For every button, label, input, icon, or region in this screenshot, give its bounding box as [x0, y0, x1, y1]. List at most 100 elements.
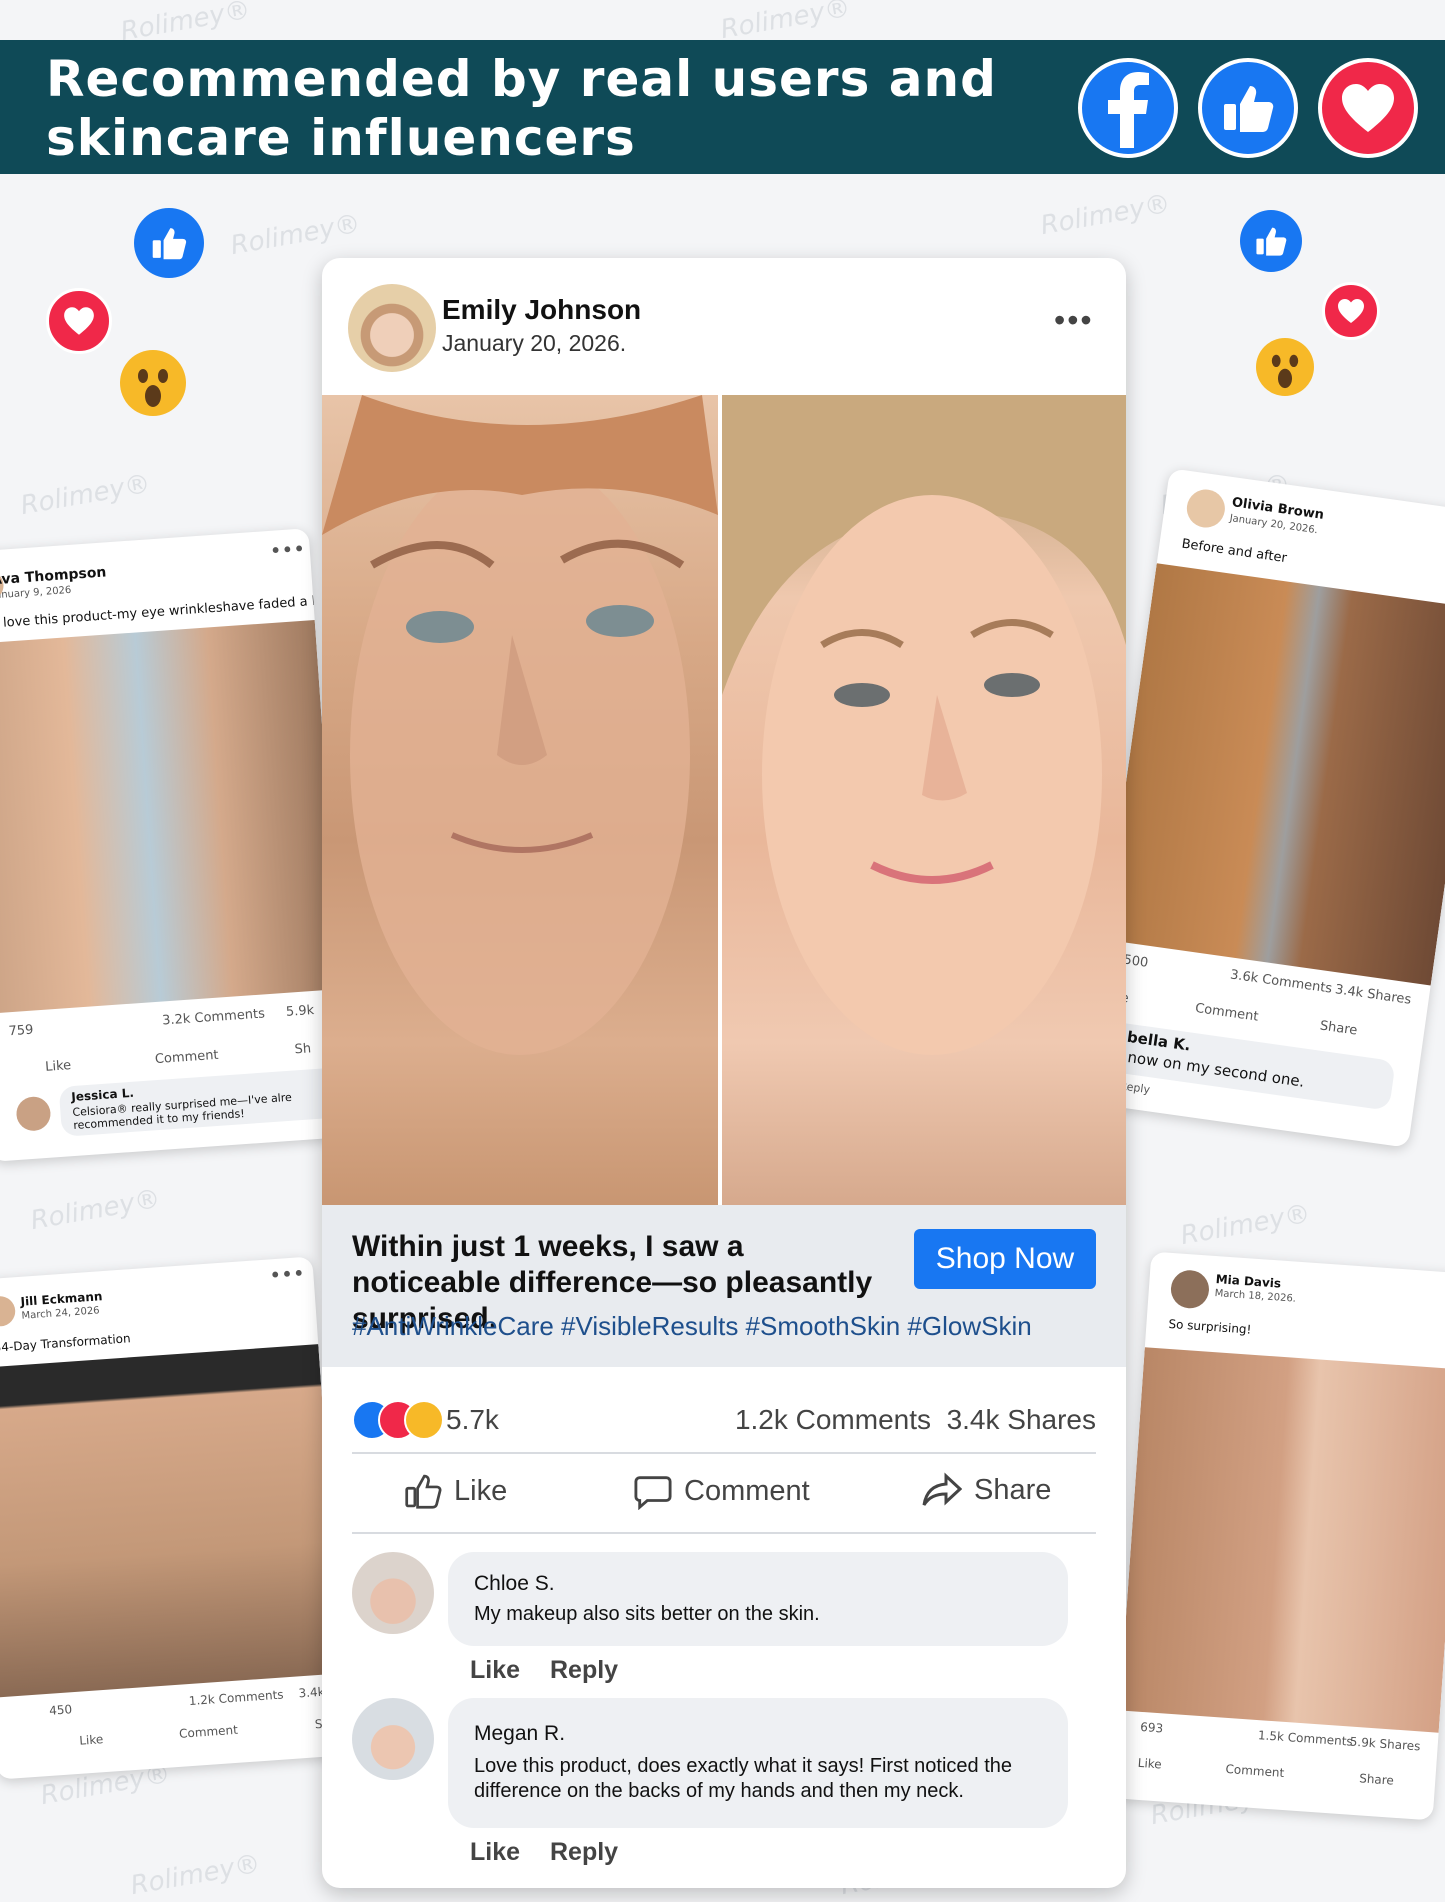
thumbs-up-icon	[1198, 58, 1298, 158]
shop-now-button[interactable]: Shop Now	[914, 1229, 1096, 1289]
comment-button[interactable]: Comment	[634, 1472, 810, 1510]
comment-button[interactable]: Comment	[1194, 1001, 1259, 1025]
share-count: 5.9k	[285, 1002, 315, 1020]
post-author: Ava Thompson	[0, 564, 107, 589]
avatar	[15, 1095, 52, 1132]
share-button[interactable]: Sh	[294, 1041, 312, 1057]
avatar	[0, 1295, 17, 1328]
post-date: March 18, 2026.	[1214, 1288, 1297, 1305]
watermark-text: Rolimey®	[1178, 1198, 1313, 1252]
commenter-name: Chloe S.	[474, 1572, 555, 1595]
commenter-name: Megan R.	[474, 1722, 566, 1745]
before-after-photo	[0, 1344, 342, 1698]
thumbs-up-icon	[405, 1474, 442, 1509]
comment-bubble: Chloe S. My makeup also sits better on t…	[448, 1552, 1068, 1646]
post-date: January 20, 2026.	[442, 330, 627, 356]
post-caption: 54-Day Transformation	[0, 1331, 132, 1355]
reaction-count: 759	[8, 1022, 34, 1040]
post-stats: 5.7k 1.2k Comments 3.4k Shares	[352, 1396, 1096, 1446]
comment-button[interactable]: Comment	[1225, 1762, 1285, 1780]
hashtags[interactable]: #AntiWrinkleCare #VisibleResults #Smooth…	[352, 1311, 1032, 1342]
before-after-photo	[0, 619, 341, 1015]
watermark-text: Rolimey®	[1038, 188, 1173, 242]
side-post-olivia: Olivia Brown January 20, 2026. Before an…	[1081, 468, 1445, 1148]
more-options-icon[interactable]: •••	[1054, 302, 1094, 339]
share-icon	[922, 1472, 962, 1506]
watermark-text: Rolimey®	[718, 0, 853, 46]
thumbs-up-icon	[1240, 210, 1302, 272]
heart-icon	[1322, 282, 1380, 340]
before-after-photo	[1103, 563, 1445, 986]
wow-reaction-icon	[404, 1400, 444, 1440]
comment-reply-link[interactable]: Reply	[550, 1838, 618, 1867]
comment-bubble: Megan R. Love this product, does exactly…	[448, 1698, 1068, 1828]
like-button[interactable]: Like	[1137, 1756, 1162, 1772]
like-button[interactable]: Like	[45, 1058, 72, 1075]
before-after-photo	[1119, 1347, 1445, 1733]
avatar	[352, 1698, 434, 1780]
post-caption: Before and after	[1180, 536, 1288, 567]
comment-like-link[interactable]: Like	[470, 1838, 520, 1867]
reaction-count: 5.7k	[446, 1404, 499, 1435]
more-options-icon[interactable]: •••	[269, 1261, 306, 1287]
comment-text: My makeup also sits better on the skin.	[474, 1603, 820, 1625]
like-button[interactable]: Like	[79, 1732, 104, 1748]
heart-icon	[1318, 58, 1418, 158]
more-options-icon[interactable]: •••	[269, 536, 306, 562]
comment-like-link[interactable]: Like	[470, 1656, 520, 1685]
share-button[interactable]: Share	[1319, 1019, 1358, 1039]
share-label: Share	[974, 1473, 1052, 1506]
comment-count: 1.2k Comments	[188, 1687, 285, 1709]
side-post-jill: Jill Eckmann March 24, 2026 ••• 54-Day T…	[0, 1256, 348, 1780]
reaction-icons	[352, 1400, 444, 1440]
wow-emoji-icon	[120, 350, 186, 416]
reaction-count: 450	[48, 1702, 73, 1718]
share-count: 5.9k Shares	[1349, 1734, 1421, 1754]
comment-button[interactable]: Comment	[154, 1048, 219, 1067]
avatar	[1184, 487, 1228, 530]
comment-reply-link[interactable]: Reply	[550, 1656, 618, 1685]
comment-count: 3.2k Comments	[161, 1006, 266, 1029]
avatar	[352, 1552, 434, 1634]
comment-count[interactable]: 1.2k Comments	[735, 1404, 931, 1435]
share-count[interactable]: 3.4k Shares	[947, 1404, 1096, 1435]
header-banner: Recommended by real users and skincare i…	[0, 40, 1445, 174]
wow-emoji-icon	[1256, 338, 1314, 396]
comment-count: 3.6k Comments	[1229, 967, 1334, 997]
thumbs-up-icon	[134, 208, 204, 278]
main-post-card: Emily Johnson January 20, 2026. ••• With…	[322, 258, 1126, 1888]
comment-bubble: Jessica L. Celsiora® really surprised me…	[58, 1066, 351, 1137]
share-button[interactable]: Share	[922, 1472, 1051, 1508]
divider	[352, 1452, 1096, 1454]
side-post-mia: Mia Davis March 18, 2026. So surprising!…	[1113, 1251, 1445, 1821]
header-title: Recommended by real users and skincare i…	[46, 50, 997, 167]
watermark-text: Rolimey®	[18, 468, 153, 522]
comment-text: Love this product, does exactly what it …	[474, 1755, 1013, 1802]
comment-label: Comment	[684, 1474, 810, 1507]
like-label: Like	[454, 1474, 508, 1507]
side-post-ava: Ava Thompson January 9, 2026 ••• ally lo…	[0, 528, 351, 1162]
facebook-icon	[1078, 58, 1178, 158]
post-date: January 9, 2026	[0, 584, 72, 602]
divider	[352, 1532, 1096, 1534]
watermark-text: Rolimey®	[128, 1848, 263, 1902]
heart-icon	[46, 288, 112, 354]
watermark-text: Rolimey®	[228, 208, 363, 262]
after-photo	[722, 395, 1126, 1205]
avatar	[1169, 1269, 1211, 1310]
comment-share-count: 1.2k Comments 3.4k Shares	[735, 1404, 1096, 1436]
avatar	[348, 284, 436, 372]
caption-area: Within just 1 weeks, I saw a noticeable …	[322, 1205, 1126, 1367]
post-caption: So surprising!	[1168, 1316, 1252, 1337]
share-button[interactable]: Share	[1359, 1771, 1395, 1787]
comment-count: 1.5k Comments	[1257, 1728, 1354, 1749]
reaction-count: 693	[1139, 1719, 1164, 1736]
comment-button[interactable]: Comment	[179, 1723, 239, 1741]
share-count: 3.4k Shares	[1334, 982, 1413, 1008]
watermark-text: Rolimey®	[28, 1183, 163, 1237]
post-author: Emily Johnson	[442, 294, 642, 325]
comment-icon	[634, 1476, 672, 1510]
before-photo	[322, 395, 718, 1205]
share-count: 3.4k	[298, 1684, 326, 1701]
like-button[interactable]: Like	[404, 1472, 507, 1510]
